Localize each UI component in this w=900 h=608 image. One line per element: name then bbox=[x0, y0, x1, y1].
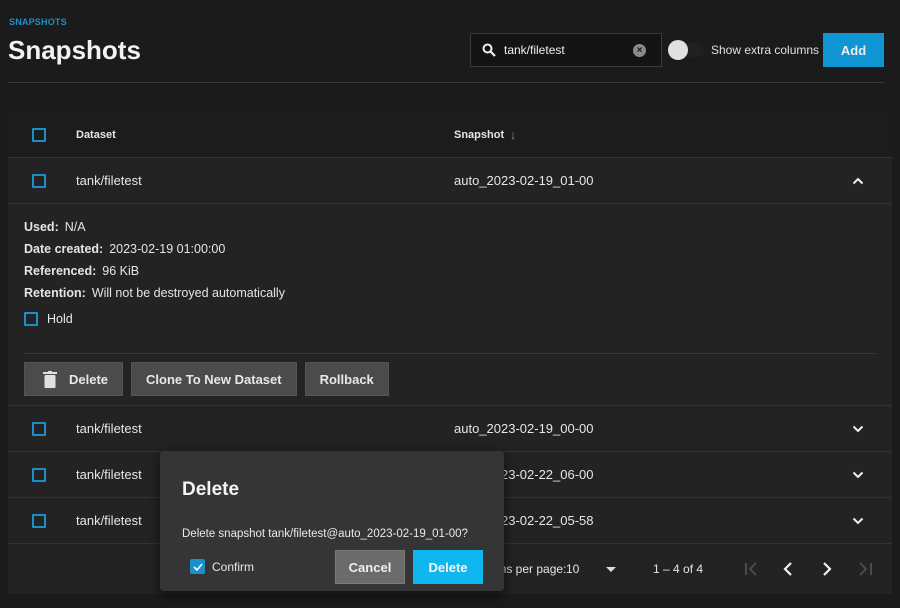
first-page-icon[interactable] bbox=[743, 560, 761, 578]
detail-actions: Delete Clone To New Dataset Rollback bbox=[24, 362, 389, 396]
toggle-knob bbox=[668, 40, 688, 60]
add-button[interactable]: Add bbox=[823, 33, 884, 67]
hold-label: Hold bbox=[47, 312, 73, 326]
column-header-dataset[interactable]: Dataset bbox=[76, 129, 116, 141]
dropdown-arrow-icon[interactable] bbox=[606, 566, 616, 572]
sort-arrow-down-icon: ↓ bbox=[510, 128, 517, 142]
cancel-button[interactable]: Cancel bbox=[335, 550, 405, 584]
row-snapshot: auto_2023-02-19_01-00 bbox=[454, 173, 594, 188]
page-size-select[interactable]: 10 bbox=[566, 562, 579, 576]
table-row[interactable]: tank/filetest auto_2023-02-19_01-00 bbox=[8, 158, 892, 204]
row-checkbox[interactable] bbox=[32, 173, 46, 188]
confirm-delete-button[interactable]: Delete bbox=[413, 550, 483, 584]
previous-page-icon[interactable] bbox=[780, 560, 798, 578]
chevron-up-icon[interactable] bbox=[852, 177, 864, 185]
row-dataset: tank/filetest bbox=[76, 421, 142, 436]
table-header: Dataset Snapshot ↓ bbox=[8, 113, 892, 158]
header-divider bbox=[8, 82, 884, 83]
detail-referenced: Referenced: 96 KiB bbox=[24, 264, 140, 278]
confirm-checkbox[interactable] bbox=[190, 559, 205, 574]
breadcrumb[interactable]: SNAPSHOTS bbox=[9, 17, 67, 27]
confirm-checkbox-field[interactable]: Confirm bbox=[190, 559, 254, 574]
column-header-snapshot-label: Snapshot bbox=[454, 129, 505, 141]
rollback-button[interactable]: Rollback bbox=[304, 362, 389, 396]
detail-divider bbox=[24, 353, 876, 354]
trash-icon bbox=[43, 370, 57, 388]
detail-retention: Retention: Will not be destroyed automati… bbox=[24, 286, 285, 300]
next-page-icon[interactable] bbox=[818, 560, 836, 578]
dialog-title: Delete bbox=[182, 479, 240, 500]
row-dataset: tank/filetest bbox=[76, 173, 142, 188]
row-checkbox[interactable] bbox=[32, 467, 46, 482]
dialog-message: Delete snapshot tank/filetest@auto_2023-… bbox=[182, 528, 468, 540]
row-checkbox[interactable] bbox=[32, 513, 46, 528]
chevron-down-icon[interactable] bbox=[852, 471, 864, 479]
detail-date-created: Date created: 2023-02-19 01:00:00 bbox=[24, 242, 226, 256]
row-dataset: tank/filetest bbox=[76, 513, 142, 528]
chevron-down-icon[interactable] bbox=[852, 425, 864, 433]
show-extra-columns-label: Show extra columns bbox=[711, 43, 820, 57]
chevron-down-icon[interactable] bbox=[852, 517, 864, 525]
last-page-icon[interactable] bbox=[856, 560, 874, 578]
checkmark-icon bbox=[192, 562, 203, 571]
table-row[interactable]: tank/filetest auto_2023-02-19_00-00 bbox=[8, 406, 892, 452]
detail-used: Used: N/A bbox=[24, 220, 86, 234]
page-title: Snapshots bbox=[8, 35, 141, 65]
delete-snapshot-button[interactable]: Delete bbox=[24, 362, 124, 396]
search-input[interactable] bbox=[504, 43, 629, 57]
row-dataset: tank/filetest bbox=[76, 467, 142, 482]
search-box: × bbox=[470, 33, 662, 67]
select-all-checkbox[interactable] bbox=[32, 128, 46, 142]
show-extra-columns-toggle[interactable] bbox=[668, 40, 704, 60]
hold-checkbox[interactable] bbox=[24, 312, 38, 326]
confirm-label: Confirm bbox=[212, 559, 255, 574]
column-header-snapshot[interactable]: Snapshot ↓ bbox=[454, 128, 516, 142]
delete-dialog: Delete Delete snapshot tank/filetest@aut… bbox=[160, 451, 504, 591]
clone-to-new-dataset-button[interactable]: Clone To New Dataset bbox=[131, 362, 297, 396]
row-snapshot: auto_2023-02-19_00-00 bbox=[454, 421, 594, 436]
row-detail: Used: N/A Date created: 2023-02-19 01:00:0… bbox=[8, 204, 892, 406]
page-range: 1 – 4 of 4 bbox=[653, 562, 704, 576]
hold-checkbox-field[interactable]: Hold bbox=[24, 312, 876, 326]
clear-search-icon[interactable]: × bbox=[633, 43, 646, 57]
row-checkbox[interactable] bbox=[32, 421, 46, 436]
search-icon bbox=[482, 43, 496, 57]
